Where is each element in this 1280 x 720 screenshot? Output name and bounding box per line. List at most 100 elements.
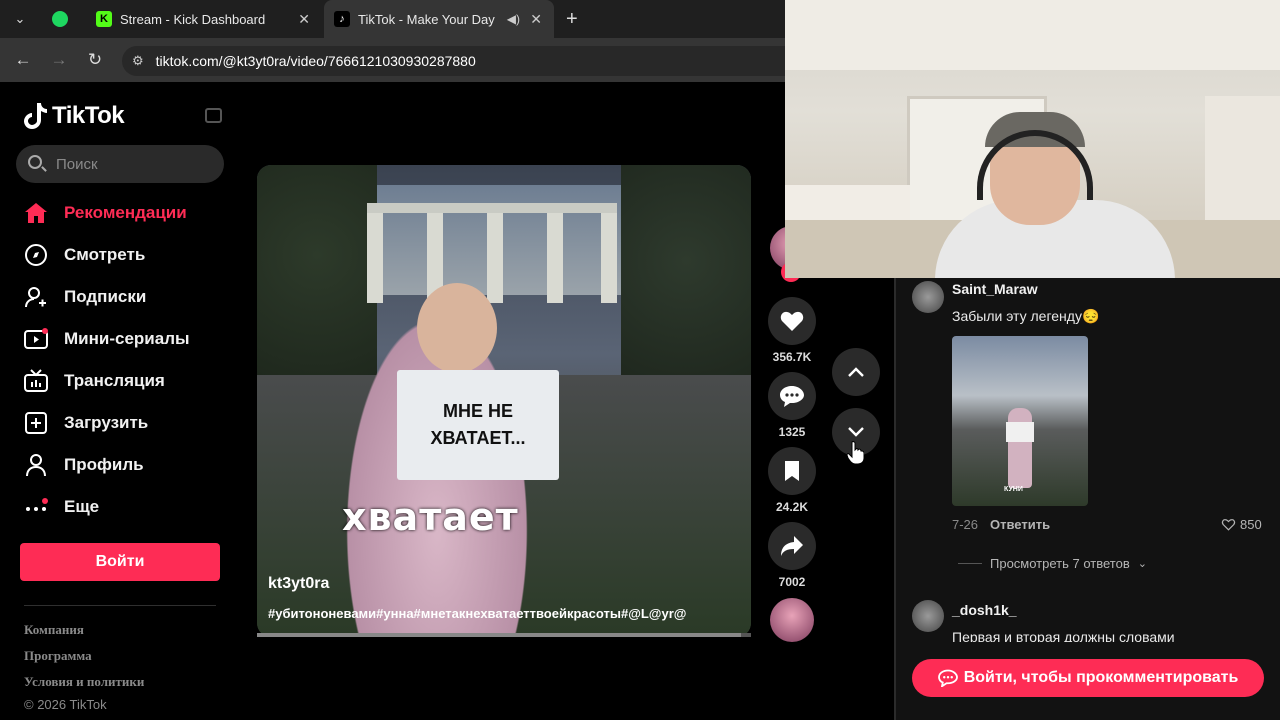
close-tab-icon[interactable]: ✕: [530, 11, 542, 28]
nav-label: Загрузить: [64, 413, 149, 432]
comment-username[interactable]: _dosh1k_: [952, 602, 1017, 618]
heart-outline-icon: [1221, 519, 1236, 531]
comment-image-caption: КУНИ: [1004, 486, 1023, 493]
new-tab-icon[interactable]: +: [566, 8, 578, 31]
reload-icon[interactable]: ↻: [83, 48, 107, 72]
collapse-sidebar-icon[interactable]: [205, 108, 222, 123]
profile-icon: [24, 453, 48, 477]
view-replies-button[interactable]: Просмотреть 7 ответов ⌄: [958, 556, 1147, 571]
webcam-ceiling: [785, 0, 1280, 70]
nav-label: Мини-сериалы: [64, 329, 190, 348]
save-count: 24.2K: [775, 500, 809, 514]
url-text: tiktok.com/@kt3yt0ra/video/7666121030930…: [155, 53, 476, 69]
bookmark-icon: [785, 461, 799, 481]
column: [547, 213, 563, 303]
share-button[interactable]: [768, 522, 816, 570]
video-author[interactable]: kt3yt0ra: [268, 575, 329, 593]
tiktok-logo[interactable]: TikTok: [24, 102, 125, 130]
comment-text: Забыли эту легенду😔: [952, 308, 1100, 324]
view-replies-label: Просмотреть 7 ответов: [990, 556, 1130, 571]
live-tv-icon: [24, 369, 48, 393]
back-icon[interactable]: ←: [11, 48, 35, 72]
comment-date: 7-26: [952, 517, 979, 532]
comment-avatar[interactable]: [912, 281, 944, 313]
chevron-down-icon: ⌄: [1137, 558, 1147, 570]
nav-more[interactable]: Еще: [24, 492, 99, 522]
forward-icon[interactable]: →: [47, 48, 71, 72]
nav-profile[interactable]: Профиль: [24, 450, 144, 480]
tab-title: TikTok - Make Your Day: [358, 11, 495, 27]
comment-like-button[interactable]: 850: [1221, 517, 1262, 532]
music-disc-avatar[interactable]: [770, 598, 814, 642]
search-input[interactable]: Поиск: [16, 145, 224, 183]
tab-title: Stream - Kick Dashboard: [120, 11, 266, 27]
search-placeholder: Поиск: [56, 155, 98, 173]
nav-live[interactable]: Трансляция: [24, 366, 165, 396]
spotify-icon[interactable]: [52, 11, 68, 27]
comment-image-kid: [1008, 408, 1032, 488]
footer-terms-link[interactable]: Условия и политики: [24, 674, 144, 690]
site-info-icon[interactable]: ⚙: [132, 53, 144, 69]
login-button[interactable]: Войти: [20, 543, 220, 581]
nav-explore[interactable]: Смотреть: [24, 240, 145, 270]
comment-login-button[interactable]: Войти, чтобы прокомментировать: [912, 659, 1264, 697]
sign-line-2: ХВАТАЕТ...: [430, 428, 526, 448]
copyright: © 2026 TikTok: [24, 697, 107, 712]
brand-name: TikTok: [52, 102, 125, 129]
comment-username[interactable]: Saint_Maraw: [952, 281, 1038, 297]
tab-kick[interactable]: K Stream - Kick Dashboard ✕: [86, 0, 322, 38]
webcam-overlay: [785, 0, 1280, 278]
home-icon: [24, 201, 48, 225]
like-count: 356.7K: [772, 350, 812, 364]
like-button[interactable]: [768, 297, 816, 345]
nav-label: Смотреть: [64, 245, 146, 264]
tab-tiktok[interactable]: ♪ TikTok - Make Your Day ◀) ✕: [324, 0, 554, 38]
nav-mini-series[interactable]: Мини-сериалы: [24, 324, 190, 354]
comment-count: 1325: [778, 425, 806, 439]
video-player[interactable]: МНЕ НЕ ХВАТАЕТ... хватает: [257, 165, 751, 637]
address-bar[interactable]: ⚙ tiktok.com/@kt3yt0ra/video/76661210309…: [122, 46, 802, 76]
footer-program-link[interactable]: Программа: [24, 648, 92, 664]
reply-line: [958, 563, 982, 564]
sidebar-divider: [24, 605, 216, 606]
video-hashtags[interactable]: #убитононевами#унна#мнетакнехватаеттвоей…: [268, 606, 686, 621]
video-overlay-caption: хватает: [342, 495, 519, 539]
following-icon: [24, 285, 48, 309]
nav-label: Еще: [64, 497, 100, 516]
comment-avatar[interactable]: [912, 600, 944, 632]
nav-following[interactable]: Подписки: [24, 282, 146, 312]
share-icon: [781, 536, 803, 556]
share-count: 7002: [778, 575, 806, 589]
column: [601, 213, 617, 303]
speaker-icon[interactable]: ◀): [507, 12, 520, 26]
comment-icon: [780, 386, 804, 407]
previous-video-button[interactable]: [832, 348, 880, 396]
video-progress-fill: [257, 633, 742, 637]
kick-icon: K: [96, 11, 112, 27]
upload-icon: [24, 411, 48, 435]
comment-image-sign: [1006, 422, 1034, 442]
comment-button[interactable]: [768, 372, 816, 420]
video-girl-head: [417, 283, 497, 373]
nav-label: Подписки: [64, 287, 147, 306]
series-icon: [24, 327, 48, 351]
tiktok-icon: ♪: [334, 11, 350, 27]
nav-recommendations[interactable]: Рекомендации: [24, 198, 187, 228]
tab-list-chevron-icon[interactable]: ⌄: [8, 7, 32, 31]
comment-image[interactable]: КУНИ: [952, 336, 1088, 506]
footer-company-link[interactable]: Компания: [24, 622, 84, 638]
search-icon: [28, 155, 42, 169]
compass-icon: [24, 243, 48, 267]
reply-button[interactable]: Ответить: [990, 517, 1050, 532]
comment-text: Первая и вторая должны словами: [952, 629, 1175, 642]
video-colonnade: [367, 203, 617, 303]
close-tab-icon[interactable]: ✕: [298, 11, 310, 28]
chevron-down-icon: [848, 427, 864, 437]
chevron-up-icon: [848, 367, 864, 377]
tiktok-logo-icon: [24, 103, 47, 129]
comment-login-label: Войти, чтобы прокомментировать: [963, 669, 1239, 686]
sign-line-1: МНЕ НЕ: [442, 401, 513, 421]
video-progress-bar[interactable]: [257, 633, 751, 637]
save-button[interactable]: [768, 447, 816, 495]
nav-upload[interactable]: Загрузить: [24, 408, 148, 438]
